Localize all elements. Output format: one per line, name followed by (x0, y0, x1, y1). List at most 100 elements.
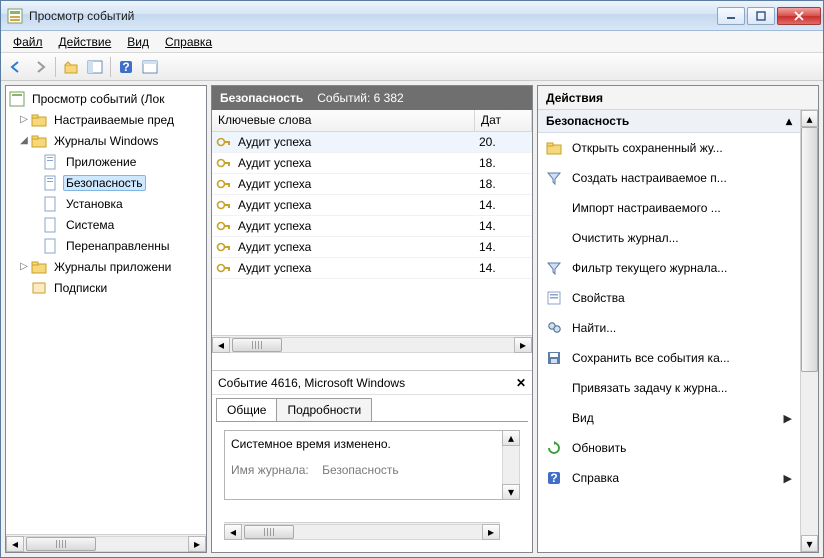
scroll-right-button[interactable]: ▸ (482, 524, 500, 540)
expand-icon[interactable]: ▷ (18, 261, 30, 272)
titlebar[interactable]: Просмотр событий (1, 1, 823, 31)
log-icon (43, 154, 59, 170)
action-item[interactable]: Фильтр текущего журнала... (538, 253, 800, 283)
tree-hscrollbar[interactable]: ◂ ▸ (6, 534, 206, 552)
action-item[interactable]: Найти... (538, 313, 800, 343)
event-row[interactable]: Аудит успеха18. (212, 153, 532, 174)
action-label: Создать настраиваемое п... (572, 171, 792, 185)
actions-header: Действия (538, 86, 818, 110)
scroll-left-button[interactable]: ◂ (6, 536, 24, 552)
up-button[interactable] (60, 56, 82, 78)
col-date[interactable]: Дат (475, 110, 532, 131)
back-button[interactable] (5, 56, 27, 78)
actions-vscrollbar[interactable]: ▴ ▾ (800, 110, 818, 552)
scroll-thumb[interactable] (232, 338, 282, 352)
body: Просмотр событий (Лок ▷ Настраиваемые пр… (1, 81, 823, 557)
app-icon (7, 8, 23, 24)
tab-details[interactable]: Подробности (276, 398, 372, 421)
action-item[interactable]: Открыть сохраненный жу... (538, 133, 800, 163)
action-item[interactable]: Очистить журнал... (538, 223, 800, 253)
action-item[interactable]: Обновить (538, 433, 800, 463)
event-row[interactable]: Аудит успеха14. (212, 258, 532, 279)
action-item[interactable]: Привязать задачу к журна... (538, 373, 800, 403)
scroll-down-button[interactable]: ▾ (502, 484, 520, 500)
tree-custom-views[interactable]: ▷ Настраиваемые пред (8, 109, 204, 130)
scroll-track[interactable] (230, 337, 514, 353)
action-label: Сохранить все события ка... (572, 351, 792, 365)
scroll-left-button[interactable]: ◂ (212, 337, 230, 353)
grid-body: Аудит успеха20.Аудит успеха18.Аудит успе… (212, 132, 532, 370)
scroll-up-button[interactable]: ▴ (502, 430, 520, 446)
event-row[interactable]: Аудит успеха14. (212, 216, 532, 237)
event-subline: Имя журнала: Безопасность (231, 463, 513, 477)
forward-button[interactable] (29, 56, 51, 78)
event-message-box: Системное время изменено. Имя журнала: Б… (224, 430, 520, 500)
menu-view[interactable]: Вид (119, 33, 157, 51)
action-label: Фильтр текущего журнала... (572, 261, 792, 275)
event-count: Событий: 6 382 (317, 91, 403, 105)
action-item[interactable]: ?Справка▶ (538, 463, 800, 493)
tree-log-application[interactable]: Приложение (8, 151, 204, 172)
folder-icon (31, 112, 47, 128)
menu-help[interactable]: Справка (157, 33, 220, 51)
scroll-thumb[interactable] (801, 127, 818, 372)
scroll-track[interactable] (502, 446, 520, 484)
event-row[interactable]: Аудит успеха14. (212, 195, 532, 216)
action-item[interactable]: Вид▶ (538, 403, 800, 433)
detail-title: Событие 4616, Microsoft Windows (218, 376, 405, 390)
detail-close-icon[interactable]: ✕ (516, 376, 526, 390)
show-hide-tree-button[interactable] (84, 56, 106, 78)
scroll-right-button[interactable]: ▸ (514, 337, 532, 353)
tree-root[interactable]: Просмотр событий (Лок (8, 88, 204, 109)
tree-body[interactable]: Просмотр событий (Лок ▷ Настраиваемые пр… (6, 86, 206, 534)
scroll-thumb[interactable] (244, 525, 294, 539)
tree-windows-logs[interactable]: ◢ Журналы Windows (8, 130, 204, 151)
tree-log-security[interactable]: Безопасность (8, 172, 204, 193)
collapse-icon[interactable]: ◢ (18, 135, 30, 146)
properties-button[interactable] (139, 56, 161, 78)
action-item[interactable]: Создать настраиваемое п... (538, 163, 800, 193)
detail-vscrollbar[interactable]: ▴ ▾ (502, 430, 520, 500)
grid-hscrollbar[interactable]: ◂ ▸ (212, 335, 532, 353)
tree-log-forwarded[interactable]: Перенаправленны (8, 235, 204, 256)
col-keywords[interactable]: Ключевые слова (212, 110, 475, 131)
action-item[interactable]: Свойства (538, 283, 800, 313)
action-item[interactable]: Импорт настраиваемого ... (538, 193, 800, 223)
event-row[interactable]: Аудит успеха20. (212, 132, 532, 153)
tree-log-system[interactable]: Система (8, 214, 204, 235)
submenu-arrow-icon: ▶ (784, 412, 792, 425)
expand-icon[interactable]: ▷ (18, 114, 30, 125)
menu-file[interactable]: Файл (5, 33, 51, 51)
scroll-down-button[interactable]: ▾ (801, 535, 818, 552)
minimize-button[interactable] (717, 7, 745, 25)
scroll-left-button[interactable]: ◂ (224, 524, 242, 540)
none-icon (546, 410, 562, 426)
event-row[interactable]: Аудит успеха18. (212, 174, 532, 195)
scroll-thumb[interactable] (26, 537, 96, 551)
detail-hscrollbar[interactable]: ◂ ▸ (224, 522, 500, 540)
action-label: Очистить журнал... (572, 231, 792, 245)
help-button[interactable]: ? (115, 56, 137, 78)
row-date: 14. (475, 240, 525, 254)
tree-log-setup[interactable]: Установка (8, 193, 204, 214)
close-button[interactable] (777, 7, 821, 25)
menu-action[interactable]: Действие (51, 33, 120, 51)
collapse-icon[interactable]: ▴ (786, 114, 792, 128)
scroll-track[interactable] (801, 127, 818, 535)
event-message: Системное время изменено. (231, 437, 513, 451)
tree-app-logs[interactable]: ▷ Журналы приложени (8, 256, 204, 277)
scroll-track[interactable] (242, 524, 482, 540)
action-label: Справка (572, 471, 774, 485)
scroll-up-button[interactable]: ▴ (801, 110, 818, 127)
actions-group-header[interactable]: Безопасность ▴ (538, 110, 800, 133)
tab-general[interactable]: Общие (216, 398, 277, 421)
tree-subscriptions[interactable]: Подписки (8, 277, 204, 298)
scroll-right-button[interactable]: ▸ (188, 536, 206, 552)
none-icon (546, 380, 562, 396)
grid-header: Ключевые слова Дат (212, 110, 532, 132)
event-row[interactable]: Аудит успеха14. (212, 237, 532, 258)
action-item[interactable]: Сохранить все события ка... (538, 343, 800, 373)
window-title: Просмотр событий (29, 9, 715, 23)
maximize-button[interactable] (747, 7, 775, 25)
scroll-track[interactable] (24, 536, 188, 552)
